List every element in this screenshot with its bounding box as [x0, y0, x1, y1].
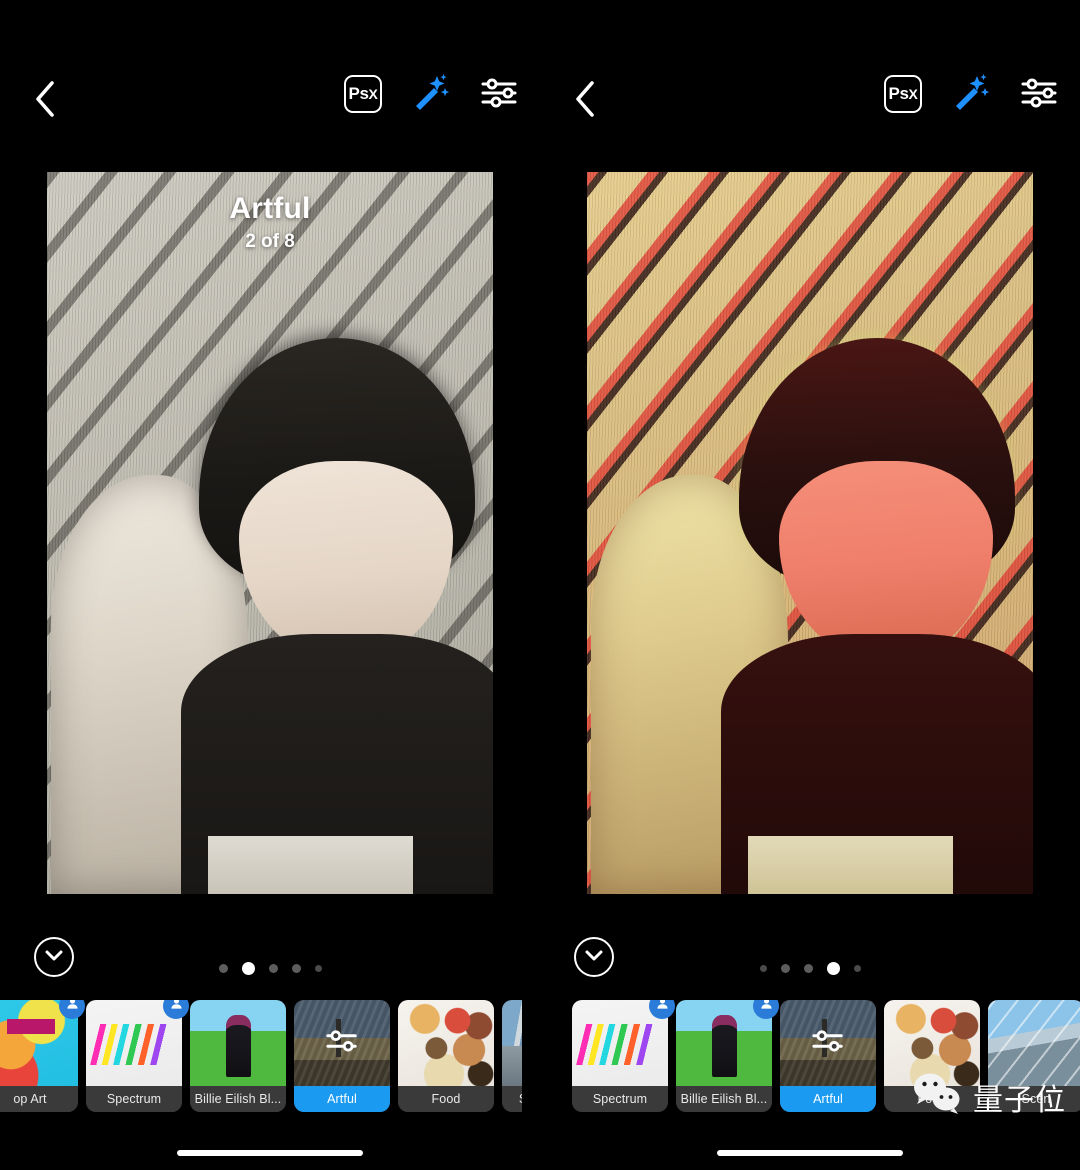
face-silhouette: [238, 460, 453, 663]
page-dot-active[interactable]: [241, 961, 255, 975]
thumb-sliders-overlay: [294, 1000, 390, 1086]
thumb-sliders-overlay: [780, 1000, 876, 1086]
filter-thumb-pop-art[interactable]: op Art: [0, 1000, 85, 1112]
page-dot[interactable]: [853, 964, 861, 972]
psx-label-main: Ps: [888, 84, 909, 103]
phone-panel-right: Ps X Spectrum Billie Eilish Bl... Artful…: [540, 0, 1080, 1170]
person-icon: [759, 1000, 774, 1016]
thumb-artwork: [502, 1000, 522, 1086]
portrait-badge: [649, 1000, 675, 1019]
toolbar-actions-right: Ps X: [884, 72, 1062, 116]
top-toolbar-left: Ps X: [0, 70, 540, 130]
filter-label: Artful: [294, 1086, 390, 1112]
filter-thumb-artful-selected[interactable]: Artful: [294, 1000, 390, 1112]
magic-wand-icon: [950, 72, 990, 117]
adjustments-button[interactable]: [1018, 72, 1062, 116]
filtered-photo-grayscale: [47, 172, 493, 894]
person-icon: [65, 1000, 80, 1016]
panel-seam: [539, 0, 541, 1170]
filter-thumb-spectrum[interactable]: Spectrum: [86, 1000, 189, 1112]
filter-thumb-food[interactable]: Food: [398, 1000, 494, 1112]
psx-logo-button[interactable]: Ps X: [884, 75, 922, 113]
wechat-icon: [911, 1071, 965, 1122]
wechat-watermark: 量子位: [911, 1071, 1066, 1122]
portrait-badge: [59, 1000, 85, 1019]
top-toolbar-right: Ps X: [540, 70, 1080, 130]
auto-enhance-button[interactable]: [408, 72, 452, 116]
page-indicator-left: [0, 959, 540, 977]
portrait-badge: [163, 1000, 189, 1019]
adjustments-button[interactable]: [478, 72, 522, 116]
filter-label: Billie Eilish Bl...: [676, 1086, 772, 1112]
page-dot[interactable]: [780, 963, 790, 973]
newspaper-detail: [207, 836, 413, 894]
newspaper-detail: [747, 836, 953, 894]
filter-label: Spectrum: [86, 1086, 182, 1112]
filter-label: Scenop Art: [502, 1086, 522, 1112]
watermark-text: 量子位: [973, 1082, 1066, 1118]
page-dot[interactable]: [803, 963, 813, 973]
psx-label-sub: X: [908, 86, 918, 102]
photo-preview-left[interactable]: Artful 2 of 8: [47, 172, 493, 894]
toolbar-actions-left: Ps X: [344, 72, 522, 116]
chevron-left-icon: [33, 79, 57, 119]
page-dot[interactable]: [314, 964, 322, 972]
sliders-icon: [481, 75, 519, 114]
page-indicator-right: [540, 959, 1080, 977]
filter-label: Food: [398, 1086, 494, 1112]
chevron-left-icon: [573, 79, 597, 119]
person-icon: [655, 1000, 670, 1016]
page-dot[interactable]: [759, 964, 767, 972]
filter-label: op Art: [0, 1086, 78, 1112]
filter-thumb-scenop-art[interactable]: Scenop Art: [502, 1000, 522, 1112]
filter-thumb-artful-selected[interactable]: Artful: [780, 1000, 876, 1112]
person-icon: [169, 1000, 184, 1016]
stitched-screenshot: Ps X Artful 2 of 8 op Art Spectrum Billi…: [0, 0, 1080, 1170]
page-dot[interactable]: [291, 963, 301, 973]
filter-thumb-billie-eilish[interactable]: Billie Eilish Bl...: [190, 1000, 286, 1112]
filter-thumb-spectrum[interactable]: Spectrum: [572, 1000, 675, 1112]
filter-label: Spectrum: [572, 1086, 668, 1112]
page-dot-active[interactable]: [826, 961, 840, 975]
thumb-artwork: [190, 1000, 286, 1086]
phone-panel-left: Ps X Artful 2 of 8 op Art Spectrum Billi…: [0, 0, 540, 1170]
portrait-badge: [753, 1000, 779, 1019]
filter-carousel-left[interactable]: op Art Spectrum Billie Eilish Bl... Artf…: [0, 1000, 522, 1112]
filtered-photo-warm: [587, 172, 1033, 894]
back-button[interactable]: [22, 76, 68, 122]
filter-label: Artful: [780, 1086, 876, 1112]
psx-logo-button[interactable]: Ps X: [344, 75, 382, 113]
magic-wand-icon: [410, 72, 450, 117]
sliders-icon: [811, 1026, 845, 1061]
back-button[interactable]: [562, 76, 608, 122]
home-indicator: [717, 1150, 903, 1156]
photo-preview-right[interactable]: [587, 172, 1033, 894]
auto-enhance-button[interactable]: [948, 72, 992, 116]
sliders-icon: [1021, 75, 1059, 114]
page-dot[interactable]: [218, 963, 228, 973]
home-indicator: [177, 1150, 363, 1156]
thumb-artwork: [398, 1000, 494, 1086]
sliders-icon: [325, 1026, 359, 1061]
page-dot[interactable]: [268, 963, 278, 973]
psx-label-main: Ps: [348, 84, 369, 103]
filter-thumb-billie-eilish[interactable]: Billie Eilish Bl...: [676, 1000, 779, 1112]
filter-label: Billie Eilish Bl...: [190, 1086, 286, 1112]
psx-label-sub: X: [368, 86, 378, 102]
face-silhouette: [778, 460, 993, 663]
